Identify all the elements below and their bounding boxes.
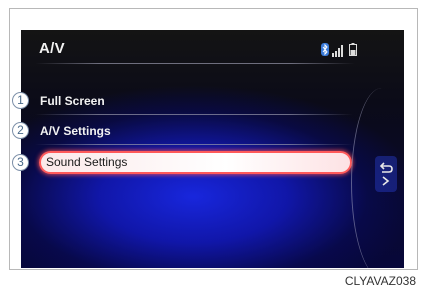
divider	[35, 114, 353, 115]
figure-caption: CLYAVAZ038	[344, 274, 416, 288]
callout-3: 3	[12, 154, 29, 171]
menu-item-sound-settings[interactable]: Sound Settings	[39, 151, 352, 174]
page-title: A/V	[39, 40, 65, 57]
return-arrow-icon	[378, 160, 394, 193]
menu-item-av-settings[interactable]: A/V Settings	[40, 124, 111, 138]
callout-2: 2	[12, 122, 29, 139]
battery-icon	[349, 43, 357, 61]
av-screen: A/V Full Screen A/V Settings Sound Setti…	[21, 30, 404, 268]
menu-item-label: Sound Settings	[46, 155, 128, 169]
menu-item-full-screen[interactable]: Full Screen	[40, 94, 105, 108]
back-button[interactable]	[375, 156, 397, 192]
divider	[35, 144, 353, 145]
divider	[35, 63, 355, 64]
callout-1: 1	[12, 92, 29, 109]
bluetooth-icon	[321, 43, 329, 61]
signal-strength-icon	[332, 44, 344, 62]
